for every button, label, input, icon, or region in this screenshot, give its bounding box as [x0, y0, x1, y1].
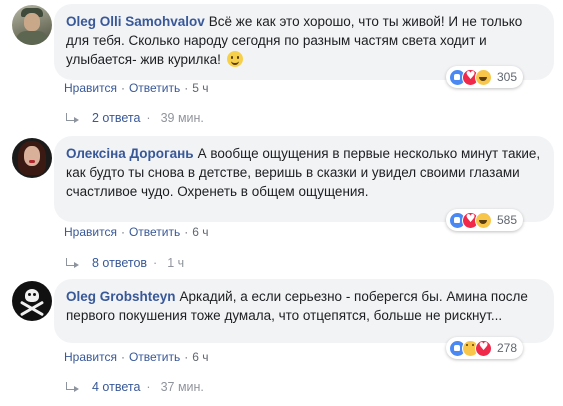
avatar[interactable]: [12, 5, 52, 45]
comment-author[interactable]: Oleg Olli Samohvalov: [66, 14, 205, 29]
like-link[interactable]: Нравится: [64, 225, 117, 239]
comment-author[interactable]: Олексіна Дорогань: [66, 146, 194, 161]
slightly-smiling-face-emoji-icon: [226, 51, 243, 67]
comment-author[interactable]: Oleg Grobshteyn: [66, 289, 176, 304]
view-replies[interactable]: 8 ответов · 1 ч: [66, 256, 184, 270]
replies-time: 1 ч: [167, 256, 185, 270]
reaction-count: 305: [497, 70, 518, 84]
avatar[interactable]: [12, 281, 52, 321]
like-link[interactable]: Нравится: [64, 350, 117, 364]
comment-time[interactable]: 6 ч: [192, 350, 208, 364]
haha-reaction-icon: [475, 68, 492, 86]
comment-bubble: Oleg Grobshteyn Аркадий, а если серьезно …: [54, 279, 554, 343]
comment-actions: Нравится · Ответить · 5 ч: [64, 81, 209, 95]
comment-actions: Нравится · Ответить · 6 ч: [64, 225, 209, 239]
reply-arrow-icon: [66, 258, 80, 268]
like-link[interactable]: Нравится: [64, 81, 117, 95]
replies-count[interactable]: 2 ответа: [92, 111, 140, 125]
comment-time[interactable]: 6 ч: [192, 225, 208, 239]
replies-time: 39 мин.: [160, 111, 204, 125]
reactions-summary[interactable]: 278: [446, 337, 524, 359]
reply-arrow-icon: [66, 382, 80, 392]
reaction-count: 278: [497, 341, 518, 355]
love-reaction-icon: [475, 339, 492, 357]
view-replies[interactable]: 4 ответа · 37 мин.: [66, 380, 204, 394]
reactions-summary[interactable]: 585: [446, 209, 524, 231]
reactions-summary[interactable]: 305: [446, 66, 524, 88]
haha-reaction-icon: [475, 211, 492, 229]
reply-link[interactable]: Ответить: [129, 350, 180, 364]
reply-link[interactable]: Ответить: [129, 81, 180, 95]
avatar[interactable]: [12, 138, 52, 178]
reaction-count: 585: [497, 213, 518, 227]
replies-count[interactable]: 8 ответов: [92, 256, 147, 270]
reply-link[interactable]: Ответить: [129, 225, 180, 239]
reply-arrow-icon: [66, 113, 80, 123]
comment-time[interactable]: 5 ч: [192, 81, 208, 95]
replies-count[interactable]: 4 ответа: [92, 380, 140, 394]
view-replies[interactable]: 2 ответа · 39 мин.: [66, 111, 204, 125]
replies-time: 37 мин.: [160, 380, 204, 394]
comment-actions: Нравится · Ответить · 6 ч: [64, 350, 209, 364]
